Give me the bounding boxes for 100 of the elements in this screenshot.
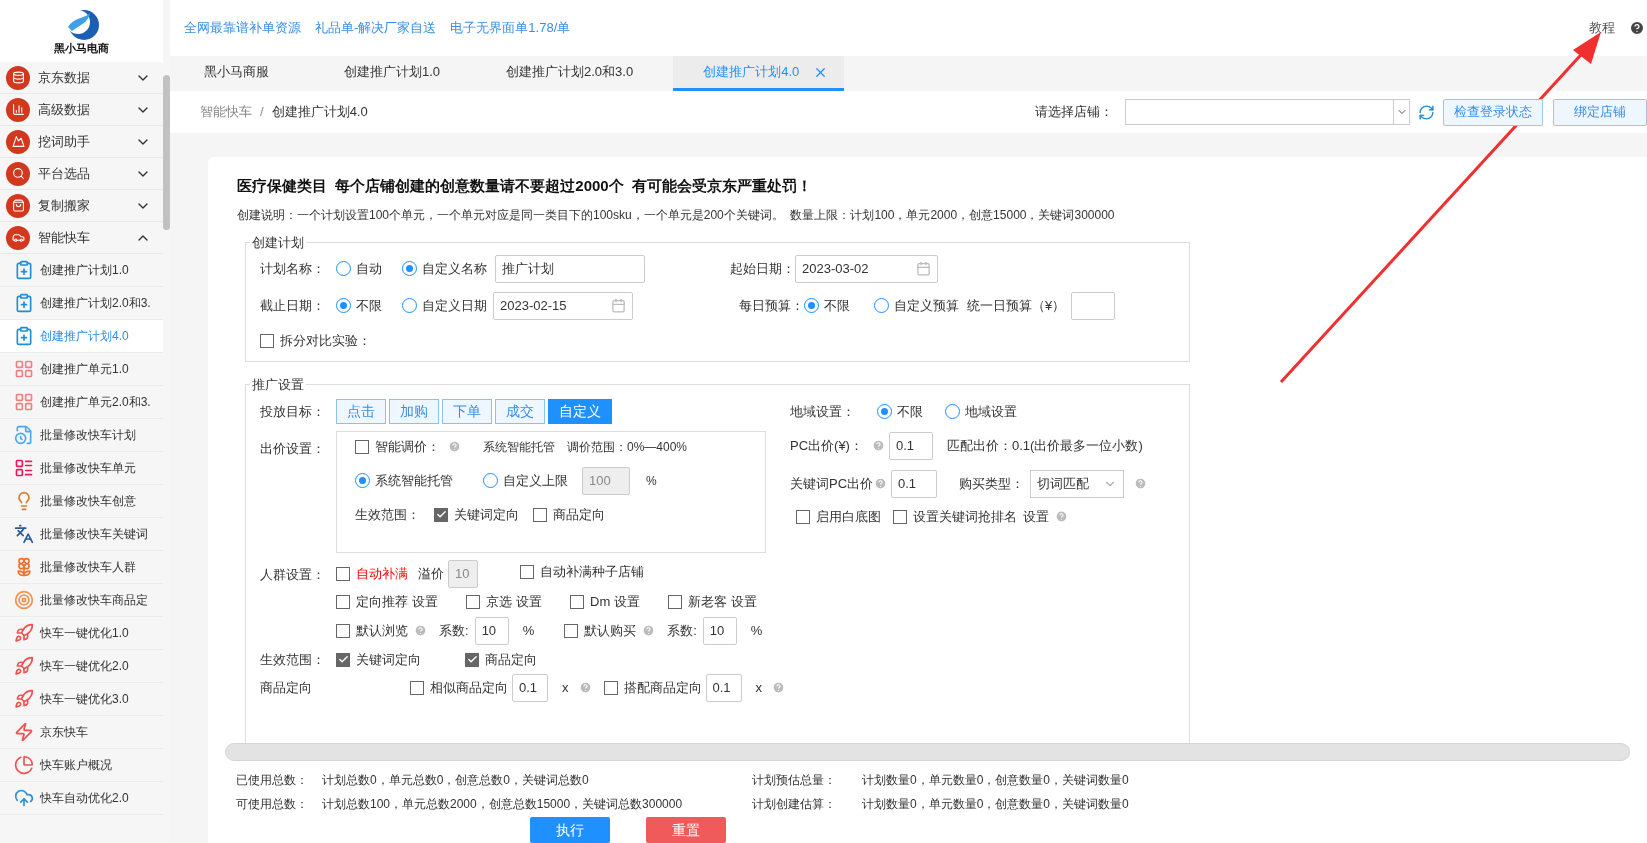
menu-item[interactable]: 批量修改快车计划 [0,419,163,452]
menu-item[interactable]: 批量修改快车关键词 [0,518,163,551]
checkbox[interactable] [668,594,683,609]
date-field[interactable]: 2023-03-02 [795,254,938,283]
menu-group[interactable]: 智能快车 [0,222,163,254]
checkbox-label: 定向推荐 [356,592,408,611]
checkbox[interactable] [410,680,424,695]
input-field[interactable]: 10 [702,616,737,645]
input-field[interactable] [1071,291,1116,320]
notice-title: 医疗保健类目 每个店铺创建的创意数量请不要超过2000个 有可能会受京东严重处罚！ [237,176,814,196]
menu-item[interactable]: 批量修改快车人群 [0,551,163,584]
menu-item[interactable]: 创建推广单元2.0和3. [0,386,163,419]
buy-type-select[interactable]: 切词匹配 [1030,469,1124,498]
checkbox[interactable] [336,652,350,667]
checkbox-label: 搭配商品定向 [623,678,702,697]
radio-label: 系统智能托管 [375,471,453,490]
note-text: 系统智能托管 [483,438,555,456]
input-field[interactable]: 0.1 [705,673,742,702]
stat-value: 计划总数0，单元总数0，创意总数0，关键词总数0 [322,772,590,789]
checkbox[interactable] [336,594,350,609]
promo-link[interactable]: 电子无界面单1.78/单 [450,18,571,38]
settings-link[interactable]: 设置 [614,591,641,612]
menu-item[interactable]: 创建推广计划1.0 [0,254,163,287]
menu-item-icon [14,392,34,412]
settings-link[interactable]: 设置 [1023,506,1049,527]
checkbox[interactable] [533,507,547,522]
checkbox[interactable] [355,439,369,454]
menu-item[interactable]: 创建推广计划4.0 [0,320,163,353]
logo-text: 黑小马电商 [54,42,109,54]
menu-item[interactable]: 快车一键优化3.0 [0,683,163,716]
stat-label: 计划创建估算： [752,796,837,813]
menu-item[interactable]: 快车一键优化1.0 [0,617,163,650]
date-field[interactable]: 2023-02-15 [493,291,633,320]
menu-item[interactable]: 批量修改快车单元 [0,452,163,485]
checkbox[interactable] [893,509,907,524]
note-text: 匹配出价：0.1(出价最多一位小数) [947,436,1143,455]
calendar-icon[interactable] [611,298,626,313]
menu-group[interactable]: 平台选品 [0,158,163,190]
checkbox[interactable] [570,594,584,609]
menu-item[interactable]: 创建推广单元1.0 [0,353,163,386]
input-field[interactable]: 0.1 [889,431,933,460]
calendar-icon[interactable] [916,261,931,276]
checkbox-label: 默认浏览 [356,621,408,640]
settings-link[interactable]: 设置 [516,591,542,612]
tab[interactable]: 创建推广计划2.0和3.0 [468,56,674,91]
checkbox[interactable] [564,623,579,638]
stat-value: 计划总数100，单元总数2000，创意总数15000，关键词总数300000 [322,796,684,813]
help-icon[interactable] [1629,20,1645,36]
menu-group[interactable]: 挖词助手 [0,126,163,158]
checkbox[interactable] [465,652,479,667]
stat-label: 已使用总数： [236,772,309,789]
tab[interactable]: 黑小马商服 [188,56,328,91]
horizontal-scrollbar[interactable] [225,743,1630,761]
checkbox[interactable] [796,509,810,524]
menu-item-icon [14,425,34,445]
menu-item[interactable]: 京东快车 [0,716,163,749]
input-field[interactable]: 10 [474,616,509,645]
menu-item-icon [14,458,34,478]
menu-group[interactable]: 高级数据 [0,94,163,126]
input-field[interactable]: 推广计划 [495,254,645,283]
scrollbar-thumb[interactable] [163,75,170,230]
settings-link[interactable]: 设置 [412,591,438,612]
menu-item-icon [14,359,34,379]
tutorial-link[interactable]: 教程 [1589,18,1615,38]
checkbox[interactable] [466,594,480,609]
checkbox[interactable] [260,333,274,348]
menu-group[interactable]: 京东数据 [0,62,163,94]
breadcrumb-item[interactable]: 智能快车 [200,102,252,122]
checkbox-label: 拆分对比实验： [280,331,371,350]
menu-item-icon [14,623,34,643]
menu-group[interactable]: 复制搬家 [0,190,163,222]
menu-item[interactable]: 快车账户概况 [0,749,163,782]
checkbox[interactable] [520,565,534,580]
radio-label: 不限 [824,296,850,315]
input-field[interactable]: 0.1 [891,469,937,498]
checkbox-label: 商品定向 [553,505,605,524]
menu-item[interactable]: 快车自动优化2.0 [0,782,163,815]
field-label: 每日预算： [739,297,804,313]
menu-item-icon [14,656,34,676]
field-label: 商品定向 [260,678,313,697]
checkbox[interactable] [336,623,350,638]
menu-item-icon [14,590,34,610]
menu-item[interactable]: 批量修改快车创意 [0,485,163,518]
menu-item-icon [14,722,34,742]
promo-link[interactable]: 礼品单-解决厂家自送 [315,18,437,38]
radio-label: 不限 [356,296,382,315]
menu-item-icon [14,524,34,544]
checkbox[interactable] [603,680,618,695]
menu-item[interactable]: 批量修改快车商品定 [0,584,163,617]
input-field[interactable]: 0.1 [512,673,548,702]
radio-label: 自定义预算 [894,296,959,315]
menu-item[interactable]: 快车一键优化2.0 [0,650,163,683]
radio-label: 自定义日期 [422,296,487,315]
checkbox[interactable] [434,507,448,522]
refresh-icon[interactable] [1418,103,1435,121]
settings-link[interactable]: 设置 [731,591,758,612]
checkbox[interactable] [336,566,350,581]
tab[interactable]: 创建推广计划1.0 [328,56,468,91]
promo-link[interactable]: 全网最靠谱补单资源 [184,18,301,38]
category-icon [6,65,30,90]
